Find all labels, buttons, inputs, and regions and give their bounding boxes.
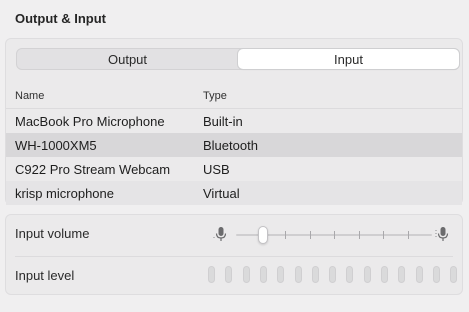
slider-tick (285, 231, 286, 239)
device-type: Virtual (203, 186, 240, 201)
device-table-header: Name Type (6, 85, 462, 107)
device-name: krisp microphone (15, 186, 114, 201)
level-bar (416, 266, 423, 283)
level-bar (243, 266, 250, 283)
device-name: MacBook Pro Microphone (15, 114, 165, 129)
column-header-name[interactable]: Name (15, 90, 44, 102)
controls-divider (15, 256, 453, 257)
slider-knob[interactable] (258, 226, 268, 244)
microphone-low-icon (213, 225, 229, 243)
input-volume-slider[interactable] (236, 225, 432, 245)
level-bar (208, 266, 215, 283)
level-bar (225, 266, 232, 283)
device-type: USB (203, 162, 230, 177)
device-name: C922 Pro Stream Webcam (15, 162, 171, 177)
device-name: WH-1000XM5 (15, 138, 97, 153)
device-list: MacBook Pro Microphone Built-in WH-1000X… (6, 109, 462, 205)
level-bar (260, 266, 267, 283)
section-title: Output & Input (15, 11, 106, 26)
slider-tick (334, 231, 335, 239)
input-volume-label: Input volume (15, 226, 90, 241)
table-row[interactable]: krisp microphone Virtual (6, 181, 462, 205)
level-bar (381, 266, 388, 283)
slider-tick (383, 231, 384, 239)
slider-tick (408, 231, 409, 239)
device-panel: Output Input Name Type MacBook Pro Micro… (5, 38, 463, 205)
tab-output[interactable]: Output (17, 49, 238, 69)
level-bar (329, 266, 336, 283)
level-bar (312, 266, 319, 283)
level-bar (398, 266, 405, 283)
column-header-type[interactable]: Type (203, 90, 227, 102)
device-type: Built-in (203, 114, 243, 129)
tab-input[interactable]: Input (238, 49, 459, 69)
device-type: Bluetooth (203, 138, 258, 153)
level-bar (450, 266, 457, 283)
input-level-meter (202, 266, 457, 283)
level-bar (295, 266, 302, 283)
input-level-label: Input level (15, 268, 75, 283)
output-input-segmented-control: Output Input (16, 48, 460, 70)
slider-tick (359, 231, 360, 239)
table-row[interactable]: MacBook Pro Microphone Built-in (6, 109, 462, 133)
level-bar (346, 266, 353, 283)
microphone-high-icon (435, 225, 451, 243)
level-bar (364, 266, 371, 283)
level-bar (433, 266, 440, 283)
level-bar (277, 266, 284, 283)
slider-tick (310, 231, 311, 239)
input-controls-panel: Input volume Input level (5, 214, 463, 295)
table-row[interactable]: C922 Pro Stream Webcam USB (6, 157, 462, 181)
table-row[interactable]: WH-1000XM5 Bluetooth (6, 133, 462, 157)
